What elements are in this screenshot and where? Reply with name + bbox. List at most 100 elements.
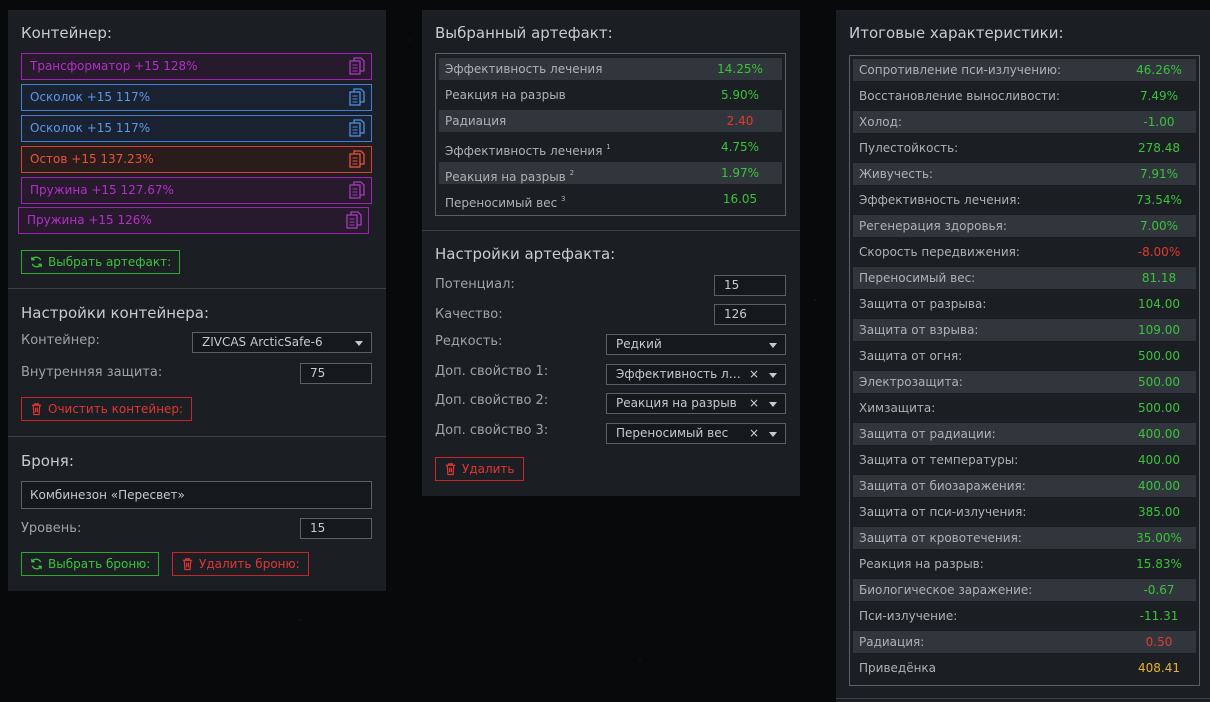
artifact-slot[interactable]: Пружина +15 127.67% — [21, 177, 372, 204]
select-artifact-label: Выбрать артефакт: — [48, 255, 172, 269]
stat-row: Реакция на разрыв 2 1.97% — [436, 160, 785, 186]
total-name: Радиация: — [859, 635, 925, 649]
quality-input[interactable]: 126 — [714, 304, 786, 325]
total-name: Холод: — [859, 115, 902, 129]
total-name: Эффективность лечения: — [859, 193, 1021, 207]
chevron-down-icon — [769, 432, 777, 437]
armor-field[interactable]: Комбинезон «Пересвет» — [21, 481, 372, 509]
level-input[interactable]: 15 — [300, 518, 372, 539]
total-name: Защита от огня: — [859, 349, 963, 363]
total-name: Защита от взрыва: — [859, 323, 979, 337]
extra3-label: Доп. свойство 3: — [435, 423, 549, 438]
stat-value: 2.40 — [726, 114, 754, 128]
stat-index: 3 — [561, 195, 566, 203]
artifact-panel: Выбранный артефакт: Эффективность лечени… — [422, 10, 800, 496]
clear-icon[interactable]: × — [749, 394, 759, 413]
total-name: Восстановление выносливости: — [859, 89, 1060, 103]
stat-row: Переносимый вес 3 16.05 — [436, 186, 785, 212]
total-value: 35.00% — [1136, 531, 1182, 545]
stat-row: Эффективность лечения 14.25% — [436, 56, 785, 82]
stat-row: Эффективность лечения 1 4.75% — [436, 134, 785, 160]
total-row: Защита от температуры: 400.00 — [850, 447, 1199, 473]
copy-icon[interactable] — [349, 181, 365, 199]
total-name: Живучесть: — [859, 167, 934, 181]
stat-name-text: Реакция на разрыв — [445, 88, 566, 102]
total-row: Защита от кровотечения: 35.00% — [850, 525, 1199, 551]
artifact-slot[interactable]: Трансформатор +15 128% — [21, 53, 372, 80]
stat-value: 14.25% — [717, 62, 763, 76]
trash-icon — [31, 403, 42, 416]
total-name: Приведёнка — [859, 661, 937, 675]
total-name: Регенерация здоровья: — [859, 219, 1007, 233]
internal-protection-input[interactable]: 75 — [300, 363, 372, 384]
clear-container-button[interactable]: Очистить контейнер: — [21, 397, 193, 421]
extra1-value: Эффективность ле... — [616, 367, 744, 381]
refresh-icon — [31, 558, 42, 570]
clear-container-label: Очистить контейнер: — [48, 402, 184, 416]
artifact-slot[interactable]: Остов +15 137.23% — [21, 146, 372, 173]
artifact-slot[interactable]: Осколок +15 117% — [21, 84, 372, 111]
total-value: 385.00 — [1138, 505, 1180, 519]
artifact-slot-label: Трансформатор +15 128% — [30, 59, 198, 73]
quality-label: Качество: — [435, 307, 503, 322]
chevron-down-icon — [769, 402, 777, 407]
total-row: Защита от биозаражения: 400.00 — [850, 473, 1199, 499]
clear-icon[interactable]: × — [749, 424, 759, 443]
artifact-slot[interactable]: Осколок +15 117% — [21, 115, 372, 142]
total-row: Переносимый вес: 81.18 — [850, 265, 1199, 291]
copy-icon[interactable] — [349, 88, 365, 106]
container-title: Контейнер: — [21, 24, 112, 42]
total-value: 0.50 — [1145, 635, 1173, 649]
total-name: Биологическое заражение: — [859, 583, 1033, 597]
total-value: 500.00 — [1138, 375, 1180, 389]
total-value: 81.18 — [1141, 271, 1177, 285]
delete-artifact-button[interactable]: Удалить — [435, 457, 524, 481]
stat-index: 2 — [569, 169, 575, 177]
total-row: Химзащита: 500.00 — [850, 395, 1199, 421]
rarity-select[interactable]: Редкий — [606, 334, 786, 355]
armor-title: Броня: — [21, 452, 74, 470]
total-value: 400.00 — [1138, 479, 1180, 493]
total-row: Восстановление выносливости: 7.49% — [850, 83, 1199, 109]
chevron-down-icon — [355, 341, 363, 346]
select-armor-label: Выбрать броню: — [48, 557, 151, 571]
select-artifact-button[interactable]: Выбрать артефакт: — [21, 250, 181, 274]
total-name: Пулестойкость: — [859, 141, 959, 155]
stat-name: Эффективность лечения — [445, 58, 602, 80]
total-row: Регенерация здоровья: 7.00% — [850, 213, 1199, 239]
trash-icon — [445, 463, 456, 476]
copy-icon[interactable] — [349, 119, 365, 137]
total-name: Защита от пси-излучения: — [859, 505, 1027, 519]
extra1-label: Доп. свойство 1: — [435, 364, 549, 379]
total-value: 104.00 — [1138, 297, 1180, 311]
copy-icon[interactable] — [346, 211, 362, 229]
divider — [836, 698, 1210, 699]
chevron-down-icon — [769, 343, 777, 348]
total-row: Биологическое заражение: -0.67 — [850, 577, 1199, 603]
total-row: Защита от взрыва: 109.00 — [850, 317, 1199, 343]
total-value: 400.00 — [1138, 453, 1180, 467]
select-armor-button[interactable]: Выбрать броню: — [21, 552, 160, 576]
chevron-down-icon — [769, 373, 777, 378]
extra2-label: Доп. свойство 2: — [435, 393, 549, 408]
total-value: -8.00% — [1137, 245, 1181, 259]
copy-icon[interactable] — [349, 57, 365, 75]
trash-icon — [182, 558, 193, 571]
total-value: 408.41 — [1138, 661, 1180, 675]
copy-icon[interactable] — [349, 150, 365, 168]
container-select[interactable]: ZIVCAS ArcticSafe-6 — [192, 332, 372, 353]
total-row: Пси-излучение: -11.31 — [850, 603, 1199, 629]
total-value: 73.54% — [1136, 193, 1182, 207]
total-row: Защита от пси-излучения: 385.00 — [850, 499, 1199, 525]
rarity-value: Редкий — [616, 337, 662, 351]
artifact-slot-label: Осколок +15 117% — [30, 121, 151, 135]
artifact-slot[interactable]: Пружина +15 126% — [18, 207, 369, 234]
refresh-icon — [31, 256, 42, 268]
clear-icon[interactable]: × — [749, 365, 759, 384]
potential-input[interactable]: 15 — [714, 275, 786, 296]
total-row: Живучесть: 7.91% — [850, 161, 1199, 187]
delete-armor-button[interactable]: Удалить броню: — [172, 552, 309, 576]
extra3-select[interactable]: Переносимый вес × — [606, 423, 786, 444]
extra2-select[interactable]: Реакция на разрыв × — [606, 393, 786, 414]
extra1-select[interactable]: Эффективность ле... × — [606, 364, 786, 385]
